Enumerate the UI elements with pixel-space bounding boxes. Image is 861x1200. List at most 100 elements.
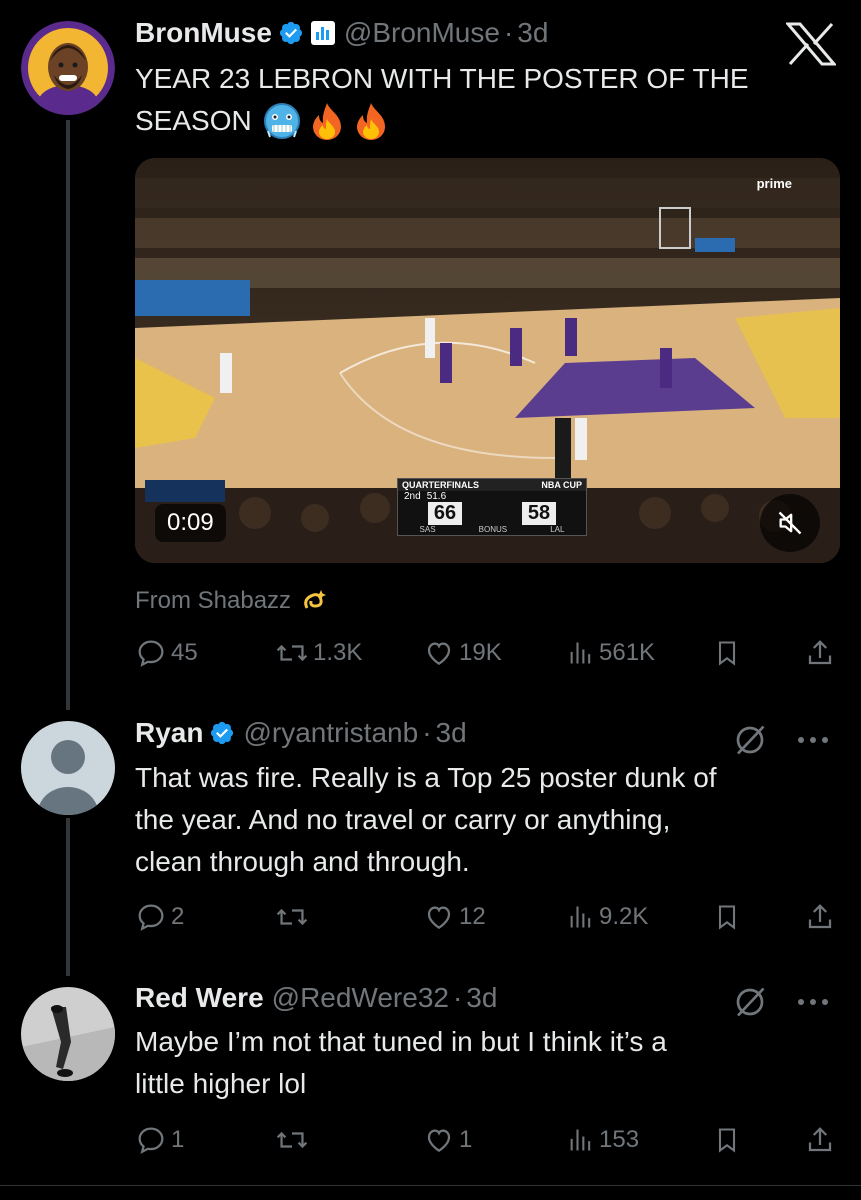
share-icon bbox=[808, 1127, 832, 1152]
views-icon bbox=[570, 906, 591, 928]
share-button[interactable] bbox=[805, 633, 835, 673]
reply2-actions: 1 1 153 bbox=[135, 1120, 840, 1160]
scorebug-home-team: LAL bbox=[550, 525, 565, 534]
reply-icon bbox=[138, 904, 164, 931]
author-name[interactable]: Ryan bbox=[135, 717, 203, 749]
author-handle[interactable]: @ryantristanb bbox=[243, 717, 418, 749]
separator-dot: · bbox=[503, 17, 514, 48]
thread-line-1 bbox=[66, 120, 70, 710]
scorebug-stage: QUARTERFINALS bbox=[402, 480, 479, 490]
more-options-icon[interactable] bbox=[796, 735, 830, 745]
reply-text-line: Maybe I’m not that tuned in but I think … bbox=[135, 1026, 667, 1057]
reply-button[interactable]: 45 bbox=[135, 633, 198, 673]
like-button[interactable]: 12 bbox=[423, 897, 486, 937]
reply2-header: Red Were @RedWere32 · 3d bbox=[135, 982, 497, 1014]
avatar-bronmuse[interactable] bbox=[21, 21, 115, 115]
affiliate-badge-icon[interactable] bbox=[310, 20, 336, 46]
thread-line-2 bbox=[66, 818, 70, 976]
reply1-top-controls bbox=[732, 722, 830, 758]
views-icon bbox=[570, 1129, 591, 1151]
timestamp[interactable]: 3d bbox=[436, 717, 467, 749]
like-count: 19K bbox=[459, 639, 502, 666]
like-button[interactable]: 19K bbox=[423, 633, 502, 673]
views-button[interactable]: 153 bbox=[567, 1120, 639, 1160]
bookmark-icon bbox=[718, 1128, 736, 1153]
bookmark-icon bbox=[718, 905, 736, 930]
repost-icon bbox=[276, 644, 308, 662]
fire-icon bbox=[352, 101, 390, 141]
timestamp[interactable]: 3d bbox=[466, 982, 497, 1014]
repost-button[interactable] bbox=[275, 1120, 313, 1160]
video-player[interactable]: prime QUARTERFINALS NBA CUP 2nd 51.6 66 … bbox=[135, 158, 840, 563]
author-handle[interactable]: @BronMuse bbox=[344, 17, 500, 49]
verified-badge-icon bbox=[278, 20, 304, 46]
author-name[interactable]: Red Were bbox=[135, 982, 264, 1014]
reply1-text: That was fire. Really is a Top 25 poster… bbox=[135, 757, 835, 883]
heart-icon bbox=[427, 642, 451, 665]
timestamp[interactable]: 3d bbox=[517, 17, 548, 49]
repost-button[interactable]: 1.3K bbox=[275, 633, 362, 673]
reply-text-line: the year. And no travel or carry or anyt… bbox=[135, 804, 671, 835]
view-count: 561K bbox=[599, 639, 656, 666]
scorebug-cup: NBA CUP bbox=[541, 480, 582, 490]
reply-icon bbox=[138, 1127, 164, 1154]
bookmark-button[interactable] bbox=[713, 633, 741, 673]
share-icon bbox=[808, 904, 832, 929]
avatar-redwere[interactable] bbox=[21, 987, 115, 1081]
verified-badge-icon bbox=[209, 720, 235, 746]
tweet-text-line: SEASON bbox=[135, 105, 252, 136]
reply-button[interactable]: 1 bbox=[135, 1120, 184, 1160]
bookmark-icon bbox=[718, 641, 736, 666]
avatar-ryan[interactable] bbox=[21, 721, 115, 815]
reply2-top-controls bbox=[732, 984, 830, 1020]
reply1-actions: 2 12 9.2K bbox=[135, 897, 840, 937]
mute-button[interactable] bbox=[760, 494, 820, 552]
views-button[interactable]: 9.2K bbox=[567, 897, 648, 937]
separator-dot: · bbox=[422, 717, 432, 748]
broadcaster-logo: prime bbox=[756, 176, 792, 191]
heart-icon bbox=[427, 1129, 451, 1152]
more-options-icon[interactable] bbox=[796, 997, 830, 1007]
repost-button[interactable] bbox=[275, 897, 313, 937]
author-name[interactable]: BronMuse bbox=[135, 17, 272, 49]
share-button[interactable] bbox=[805, 1120, 835, 1160]
share-icon bbox=[808, 640, 832, 665]
grok-icon[interactable] bbox=[732, 722, 768, 758]
grok-icon[interactable] bbox=[732, 984, 768, 1020]
bookmark-button[interactable] bbox=[713, 897, 741, 937]
view-count: 9.2K bbox=[599, 903, 649, 930]
author-handle[interactable]: @RedWere32 bbox=[272, 982, 449, 1014]
muted-speaker-icon bbox=[778, 511, 802, 535]
scorebug: QUARTERFINALS NBA CUP 2nd 51.6 66 58 SAS… bbox=[397, 478, 587, 536]
reply-count: 2 bbox=[171, 903, 185, 930]
video-duration: 0:09 bbox=[155, 504, 226, 542]
reply-text-line: clean through and through. bbox=[135, 846, 470, 877]
tweet-text-line: YEAR 23 LEBRON WITH THE POSTER OF THE bbox=[135, 63, 749, 94]
reply1-header: Ryan @ryantristanb · 3d bbox=[135, 717, 467, 749]
view-count: 153 bbox=[599, 1126, 640, 1153]
like-button[interactable]: 1 bbox=[423, 1120, 472, 1160]
views-button[interactable]: 561K bbox=[567, 633, 655, 673]
scorebug-away-team: SAS bbox=[419, 525, 436, 534]
reply-text-line: little higher lol bbox=[135, 1068, 307, 1099]
scorebug-bonus: BONUS bbox=[478, 525, 508, 534]
views-icon bbox=[570, 642, 591, 664]
bookmark-button[interactable] bbox=[713, 1120, 741, 1160]
tweet1-header: BronMuse @BronMuse · 3d bbox=[135, 17, 548, 49]
heart-icon bbox=[427, 906, 451, 929]
scorebug-away-score: 66 bbox=[427, 502, 463, 525]
like-count: 1 bbox=[459, 1126, 473, 1153]
reply-text-line: That was fire. Really is a Top 25 poster… bbox=[135, 762, 717, 793]
fire-icon bbox=[308, 101, 346, 141]
scorebug-quarter: 2nd bbox=[404, 491, 421, 502]
scorebug-clock: 51.6 bbox=[426, 491, 447, 502]
divider bbox=[0, 1185, 861, 1186]
reply-count: 1 bbox=[171, 1126, 185, 1153]
repost-icon bbox=[276, 1131, 308, 1149]
cold-face-icon bbox=[262, 101, 302, 141]
reply-button[interactable]: 2 bbox=[135, 897, 184, 937]
from-attribution[interactable]: From Shabazz bbox=[135, 586, 329, 616]
reply-count: 45 bbox=[171, 639, 198, 666]
share-button[interactable] bbox=[805, 897, 835, 937]
repost-count: 1.3K bbox=[313, 639, 363, 666]
